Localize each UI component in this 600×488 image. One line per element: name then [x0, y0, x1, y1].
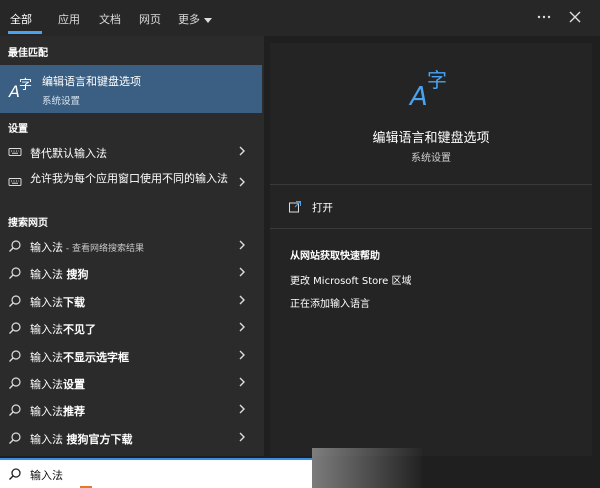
more-options-icon[interactable]	[535, 8, 553, 26]
settings-item[interactable]: 替代默认输入法	[0, 138, 262, 165]
settings-heading: 设置	[8, 124, 28, 135]
chevron-right-icon	[239, 432, 245, 442]
web-search-item[interactable]: 输入法不见了	[0, 314, 262, 341]
chevron-right-icon	[239, 322, 245, 332]
web-search-item[interactable]: 输入法 搜狗	[0, 259, 262, 286]
query-prefix: 输入法	[30, 268, 67, 282]
search-icon	[9, 295, 21, 307]
search-icon	[9, 322, 21, 335]
chevron-right-icon	[239, 404, 245, 414]
web-search-item[interactable]: 输入法下载	[0, 287, 262, 314]
query-prefix: 输入法	[30, 378, 63, 391]
query-suffix: 下载	[63, 295, 85, 309]
web-search-item-label: 输入法 - 查看网络搜索结果	[30, 239, 144, 255]
tab-all[interactable]: 全部	[10, 11, 32, 27]
preview-panel: A 字 编辑语言和键盘选项 系统设置 打开 从网站获取快速帮助 更改 Micro…	[270, 43, 592, 456]
search-icon	[9, 432, 21, 444]
query-prefix: 输入法	[30, 295, 63, 309]
web-search-item-label: 输入法 搜狗	[30, 266, 89, 282]
search-icon	[9, 267, 21, 280]
query-suffix: 设置	[63, 378, 85, 391]
svg-text:A: A	[408, 82, 428, 111]
query-prefix: 输入法	[30, 323, 63, 337]
chevron-right-icon	[239, 146, 245, 156]
query-suffix: 不见了	[63, 323, 96, 337]
best-match-subtitle: 系统设置	[42, 96, 81, 107]
web-search-item-label: 输入法不见了	[30, 321, 96, 337]
tab-documents[interactable]: 文档	[99, 11, 121, 27]
top-bar: 全部 应用 文档 网页 更多	[0, 0, 600, 36]
divider	[270, 228, 592, 229]
tab-more[interactable]: 更多	[178, 11, 212, 27]
best-match-heading: 最佳匹配	[8, 48, 48, 59]
open-label: 打开	[312, 202, 333, 214]
chevron-right-icon	[239, 377, 245, 387]
settings-item[interactable]: 允许我为每个应用窗口使用不同的输入法	[0, 168, 262, 208]
chevron-down-icon	[204, 17, 212, 23]
search-icon	[9, 349, 21, 362]
active-tab-indicator	[8, 31, 42, 34]
ime-composition-indicator	[80, 482, 92, 488]
chevron-right-icon	[239, 295, 245, 305]
web-search-item[interactable]: 输入法 搜狗官方下载	[0, 424, 262, 451]
query-suffix: 推荐	[63, 405, 85, 419]
chevron-right-icon	[239, 240, 245, 250]
settings-item-label: 允许我为每个应用窗口使用不同的输入法	[30, 172, 228, 185]
tab-more-label: 更多	[178, 13, 200, 26]
web-search-heading: 搜索网页	[8, 218, 48, 229]
query-suffix: 搜狗官方下载	[66, 432, 133, 446]
search-icon	[9, 240, 21, 252]
tab-web[interactable]: 网页	[139, 11, 161, 27]
help-heading: 从网站获取快速帮助	[290, 251, 380, 262]
preview-title: 编辑语言和键盘选项	[372, 131, 490, 146]
web-search-item-label: 输入法 搜狗官方下载	[30, 431, 133, 447]
best-match-title: 编辑语言和键盘选项	[42, 75, 141, 88]
query-prefix: 输入法	[30, 432, 67, 446]
web-search-item[interactable]: 输入法推荐	[0, 396, 262, 423]
svg-text:字: 字	[427, 68, 447, 92]
query-suffix: 搜狗	[66, 268, 89, 282]
open-external-icon	[289, 201, 301, 213]
web-search-item-label: 输入法设置	[30, 376, 85, 392]
language-settings-icon: A 字	[408, 68, 447, 111]
chevron-right-icon	[239, 177, 245, 187]
web-search-item[interactable]: 输入法 - 查看网络搜索结果	[0, 232, 262, 259]
search-icon	[9, 377, 21, 389]
divider	[270, 184, 592, 185]
search-icon	[9, 404, 21, 417]
chevron-right-icon	[239, 350, 245, 360]
web-search-item[interactable]: 输入法不显示选字框	[0, 342, 262, 369]
settings-item-label: 替代默认输入法	[30, 147, 107, 160]
close-icon[interactable]	[566, 8, 584, 26]
search-icon	[9, 468, 21, 480]
best-match-item[interactable]: A 字 编辑语言和键盘选项 系统设置	[0, 65, 262, 113]
query-prefix: 输入法	[30, 350, 63, 364]
search-input[interactable]	[30, 465, 300, 485]
preview-subtitle: 系统设置	[411, 153, 451, 164]
help-link[interactable]: 更改 Microsoft Store 区域	[290, 272, 411, 287]
search-bar[interactable]	[0, 458, 312, 488]
help-link[interactable]: 正在添加输入语言	[290, 295, 370, 310]
blurred-background	[312, 448, 422, 488]
web-search-item-label: 输入法下载	[30, 294, 85, 310]
query-prefix: 输入法	[30, 241, 63, 254]
web-search-item-label: 输入法推荐	[30, 403, 85, 419]
query-suffix: - 查看网络搜索结果	[63, 244, 144, 254]
tab-apps[interactable]: 应用	[58, 11, 80, 27]
svg-text:字: 字	[19, 78, 32, 93]
web-search-item-label: 输入法不显示选字框	[30, 349, 129, 365]
web-search-item[interactable]: 输入法设置	[0, 369, 262, 396]
chevron-right-icon	[239, 267, 245, 277]
keyboard-icon	[8, 178, 22, 186]
keyboard-icon	[8, 148, 22, 156]
language-settings-icon: A 字	[8, 78, 32, 101]
query-prefix: 输入法	[30, 405, 63, 419]
query-suffix: 不显示选字框	[63, 350, 129, 364]
results-panel: 最佳匹配 A 字 编辑语言和键盘选项 系统设置 设置 替代默认输入法 允许我为每…	[0, 36, 264, 456]
